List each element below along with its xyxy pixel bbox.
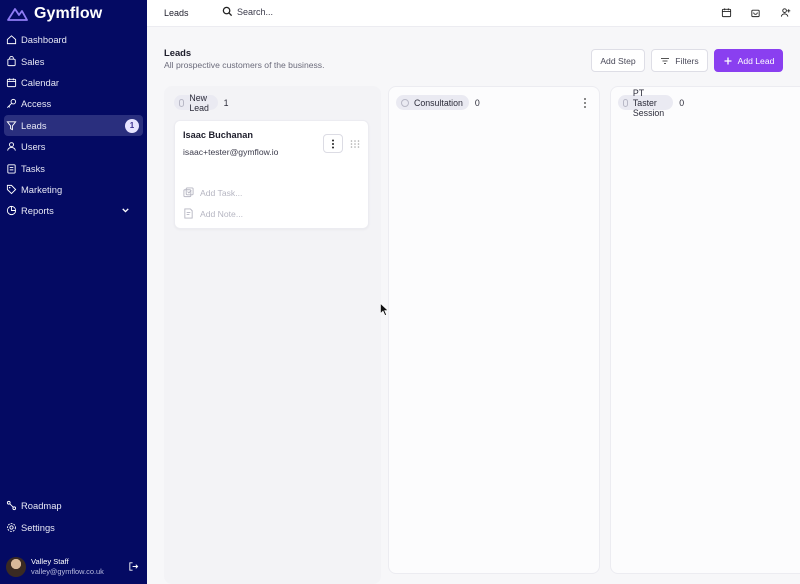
- sidebar-item-label: Sales: [21, 55, 45, 67]
- mouse-cursor-icon: [380, 303, 389, 316]
- column-header: Consultation 0: [396, 95, 480, 110]
- add-step-label: Add Step: [600, 55, 636, 66]
- stage-name: New Lead: [189, 92, 209, 113]
- stage-status-icon: [179, 98, 185, 107]
- sidebar-item-access[interactable]: Access: [4, 93, 143, 114]
- stage-pill: New Lead: [174, 92, 218, 113]
- drag-handle-icon[interactable]: [350, 139, 360, 149]
- chart-icon: [6, 206, 17, 216]
- column-pt-taster-session: [610, 86, 800, 574]
- page-title: Leads: [164, 47, 192, 58]
- brand[interactable]: Gymflow: [0, 0, 147, 28]
- lead-card[interactable]: Isaac Buchanan isaac+tester@gymflow.io A…: [174, 120, 369, 229]
- sidebar-item-label: Access: [21, 98, 52, 110]
- sidebar-item-label: Roadmap: [21, 500, 62, 512]
- gear-icon: [7, 522, 16, 532]
- filters-label: Filters: [675, 55, 699, 66]
- filter-lines-icon: [661, 57, 670, 64]
- cart-icon[interactable]: [750, 7, 761, 18]
- column-header: New Lead 1: [174, 92, 229, 113]
- filter-icon: [6, 121, 17, 131]
- sidebar-item-label: Dashboard: [21, 34, 67, 46]
- logout-icon[interactable]: [128, 561, 139, 572]
- leads-count-badge: 1: [125, 118, 139, 133]
- calendar-icon: [6, 78, 17, 88]
- stage-count: 0: [679, 97, 685, 108]
- calendar-icon[interactable]: [721, 7, 732, 18]
- add-note-label: Add Note...: [200, 208, 243, 219]
- sidebar-item-calendar[interactable]: Calendar: [4, 72, 143, 93]
- home-icon: [6, 35, 17, 45]
- stage-count: 1: [223, 97, 229, 108]
- lead-name: Isaac Buchanan: [183, 130, 253, 140]
- avatar: [6, 557, 26, 577]
- sidebar-item-leads[interactable]: Leads 1: [4, 114, 143, 136]
- cart-icon: [7, 55, 16, 66]
- tag-icon: [6, 184, 17, 195]
- sidebar-item-sales[interactable]: Sales: [4, 50, 143, 71]
- sidebar-item-label: Settings: [21, 521, 55, 533]
- add-step-button[interactable]: Add Step: [591, 49, 645, 72]
- sidebar-item-label: Marketing: [21, 183, 63, 195]
- stage-pill: PT Taster Session: [618, 88, 674, 118]
- more-vertical-icon[interactable]: [582, 97, 588, 109]
- sidebar-item-marketing[interactable]: Marketing: [4, 179, 143, 200]
- sidebar-item-roadmap[interactable]: Roadmap: [4, 495, 143, 516]
- task-checkbox-icon: [183, 187, 194, 198]
- key-icon: [7, 99, 17, 109]
- stage-name: PT Taster Session: [632, 87, 665, 118]
- user-profile[interactable]: Valley Staff valley@gymflow.co.uk: [0, 552, 147, 582]
- stage-status-icon: [401, 98, 409, 107]
- sidebar-item-tasks[interactable]: Tasks: [4, 157, 143, 178]
- search-input[interactable]: Search...: [222, 6, 273, 17]
- roadmap-icon: [6, 501, 17, 511]
- brand-name: Gymflow: [34, 5, 103, 22]
- add-task-button[interactable]: Add Task...: [183, 187, 242, 198]
- sidebar-nav: Dashboard Sales Calendar Access Leads 1 …: [0, 29, 147, 222]
- user-email: valley@gymflow.co.uk: [31, 567, 104, 576]
- sidebar-bottom-nav: Roadmap Settings: [0, 495, 147, 538]
- stage-name: Consultation: [414, 97, 463, 108]
- add-lead-button[interactable]: Add Lead: [714, 49, 783, 72]
- add-note-button[interactable]: Add Note...: [183, 208, 243, 219]
- sidebar-item-label: Users: [21, 141, 46, 153]
- sidebar-item-dashboard[interactable]: Dashboard: [4, 29, 143, 50]
- column-header: PT Taster Session 0: [618, 88, 685, 118]
- users-icon: [7, 142, 16, 151]
- add-user-icon[interactable]: [780, 7, 791, 18]
- stage-status-icon: [623, 98, 628, 107]
- add-lead-label: Add Lead: [737, 55, 775, 66]
- filters-button[interactable]: Filters: [651, 49, 708, 72]
- sidebar-item-users[interactable]: Users: [4, 136, 143, 157]
- sidebar-item-label: Calendar: [21, 76, 60, 88]
- stage-pill: Consultation: [396, 95, 469, 110]
- page-subtitle: All prospective customers of the busines…: [164, 60, 325, 70]
- gymflow-logo-icon: [7, 8, 28, 21]
- card-menu-button[interactable]: [323, 134, 343, 153]
- more-vertical-icon: [332, 139, 334, 148]
- search-icon: [222, 6, 233, 17]
- stage-count: 0: [474, 97, 480, 108]
- sidebar-item-settings[interactable]: Settings: [4, 516, 143, 537]
- clipboard-icon: [7, 163, 16, 174]
- sidebar-item-label: Leads: [21, 119, 47, 131]
- note-icon: [184, 208, 193, 219]
- sidebar-item-reports[interactable]: Reports: [4, 200, 143, 221]
- sidebar-item-label: Tasks: [21, 162, 45, 174]
- sidebar-item-label: Reports: [21, 205, 54, 217]
- column-consultation: [388, 86, 600, 574]
- chevron-down-icon[interactable]: [120, 205, 131, 216]
- lead-email: isaac+tester@gymflow.io: [183, 147, 279, 157]
- plus-icon: [724, 57, 732, 64]
- add-task-label: Add Task...: [200, 187, 243, 198]
- user-name: Valley Staff: [31, 557, 69, 566]
- top-bar: Leads Search...: [147, 0, 800, 27]
- sidebar: Gymflow Dashboard Sales Calendar Access …: [0, 0, 147, 584]
- user-info: Valley Staff valley@gymflow.co.uk: [31, 557, 104, 577]
- breadcrumb[interactable]: Leads: [164, 8, 189, 18]
- search-placeholder: Search...: [237, 6, 274, 17]
